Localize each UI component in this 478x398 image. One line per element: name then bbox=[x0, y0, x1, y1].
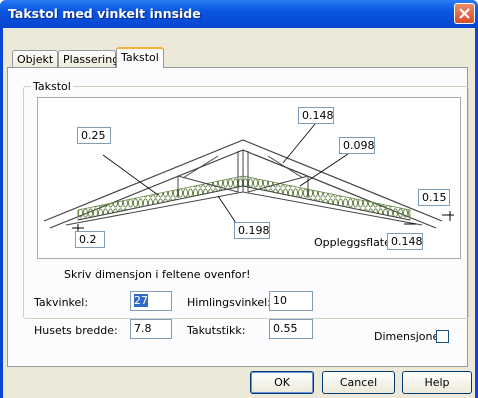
dim-bearing-field[interactable]: 0.148 bbox=[387, 233, 423, 250]
bearing-label: Oppleggsflate bbox=[314, 236, 391, 249]
ok-button[interactable]: OK bbox=[250, 371, 314, 394]
title-bar[interactable]: Takstol med vinkelt innside bbox=[0, 0, 478, 28]
tab-takstol[interactable]: Takstol bbox=[116, 47, 164, 68]
help-button[interactable]: Help bbox=[402, 371, 472, 394]
window-title: Takstol med vinkelt innside bbox=[8, 6, 201, 21]
dim-right-rafter-field[interactable]: 0.098 bbox=[339, 137, 375, 154]
dimensjoner-checkbox[interactable] bbox=[436, 330, 449, 343]
tab-plassering[interactable]: Plassering bbox=[58, 50, 120, 68]
tab-plassering-label: Plassering bbox=[63, 53, 120, 66]
takvinkel-label: Takvinkel: bbox=[34, 296, 89, 309]
cancel-button[interactable]: Cancel bbox=[322, 371, 395, 394]
dimensjoner-label: Dimensjoner bbox=[374, 330, 444, 343]
himlingsvinkel-label: Himlingsvinkel:: bbox=[187, 296, 275, 309]
dim-ceiling-field[interactable]: 0.198 bbox=[234, 222, 270, 239]
group-label: Takstol bbox=[31, 80, 73, 93]
close-icon bbox=[459, 8, 470, 19]
takvinkel-input[interactable]: 27 bbox=[130, 291, 172, 311]
takutstikk-label: Takutstikk: bbox=[187, 324, 246, 337]
himlingsvinkel-input[interactable]: 10 bbox=[269, 291, 313, 311]
instruction-text: Skriv dimensjon i feltene ovenfor! bbox=[64, 268, 251, 281]
tab-objekt[interactable]: Objekt bbox=[12, 50, 58, 68]
dim-ridge-field[interactable]: 0.148 bbox=[298, 107, 334, 124]
dim-right-overhang-field[interactable]: 0.15 bbox=[418, 189, 450, 206]
dim-left-rafter-field[interactable]: 0.25 bbox=[77, 127, 111, 144]
tab-objekt-label: Objekt bbox=[17, 53, 54, 66]
husets-bredde-label: Husets bredde: bbox=[34, 324, 118, 337]
dim-left-bottom-field[interactable]: 0.2 bbox=[75, 231, 105, 248]
tab-takstol-label: Takstol bbox=[121, 51, 159, 64]
close-button[interactable] bbox=[454, 3, 475, 24]
husets-bredde-input[interactable]: 7.8 bbox=[130, 319, 172, 339]
takutstikk-input[interactable]: 0.55 bbox=[269, 319, 313, 339]
